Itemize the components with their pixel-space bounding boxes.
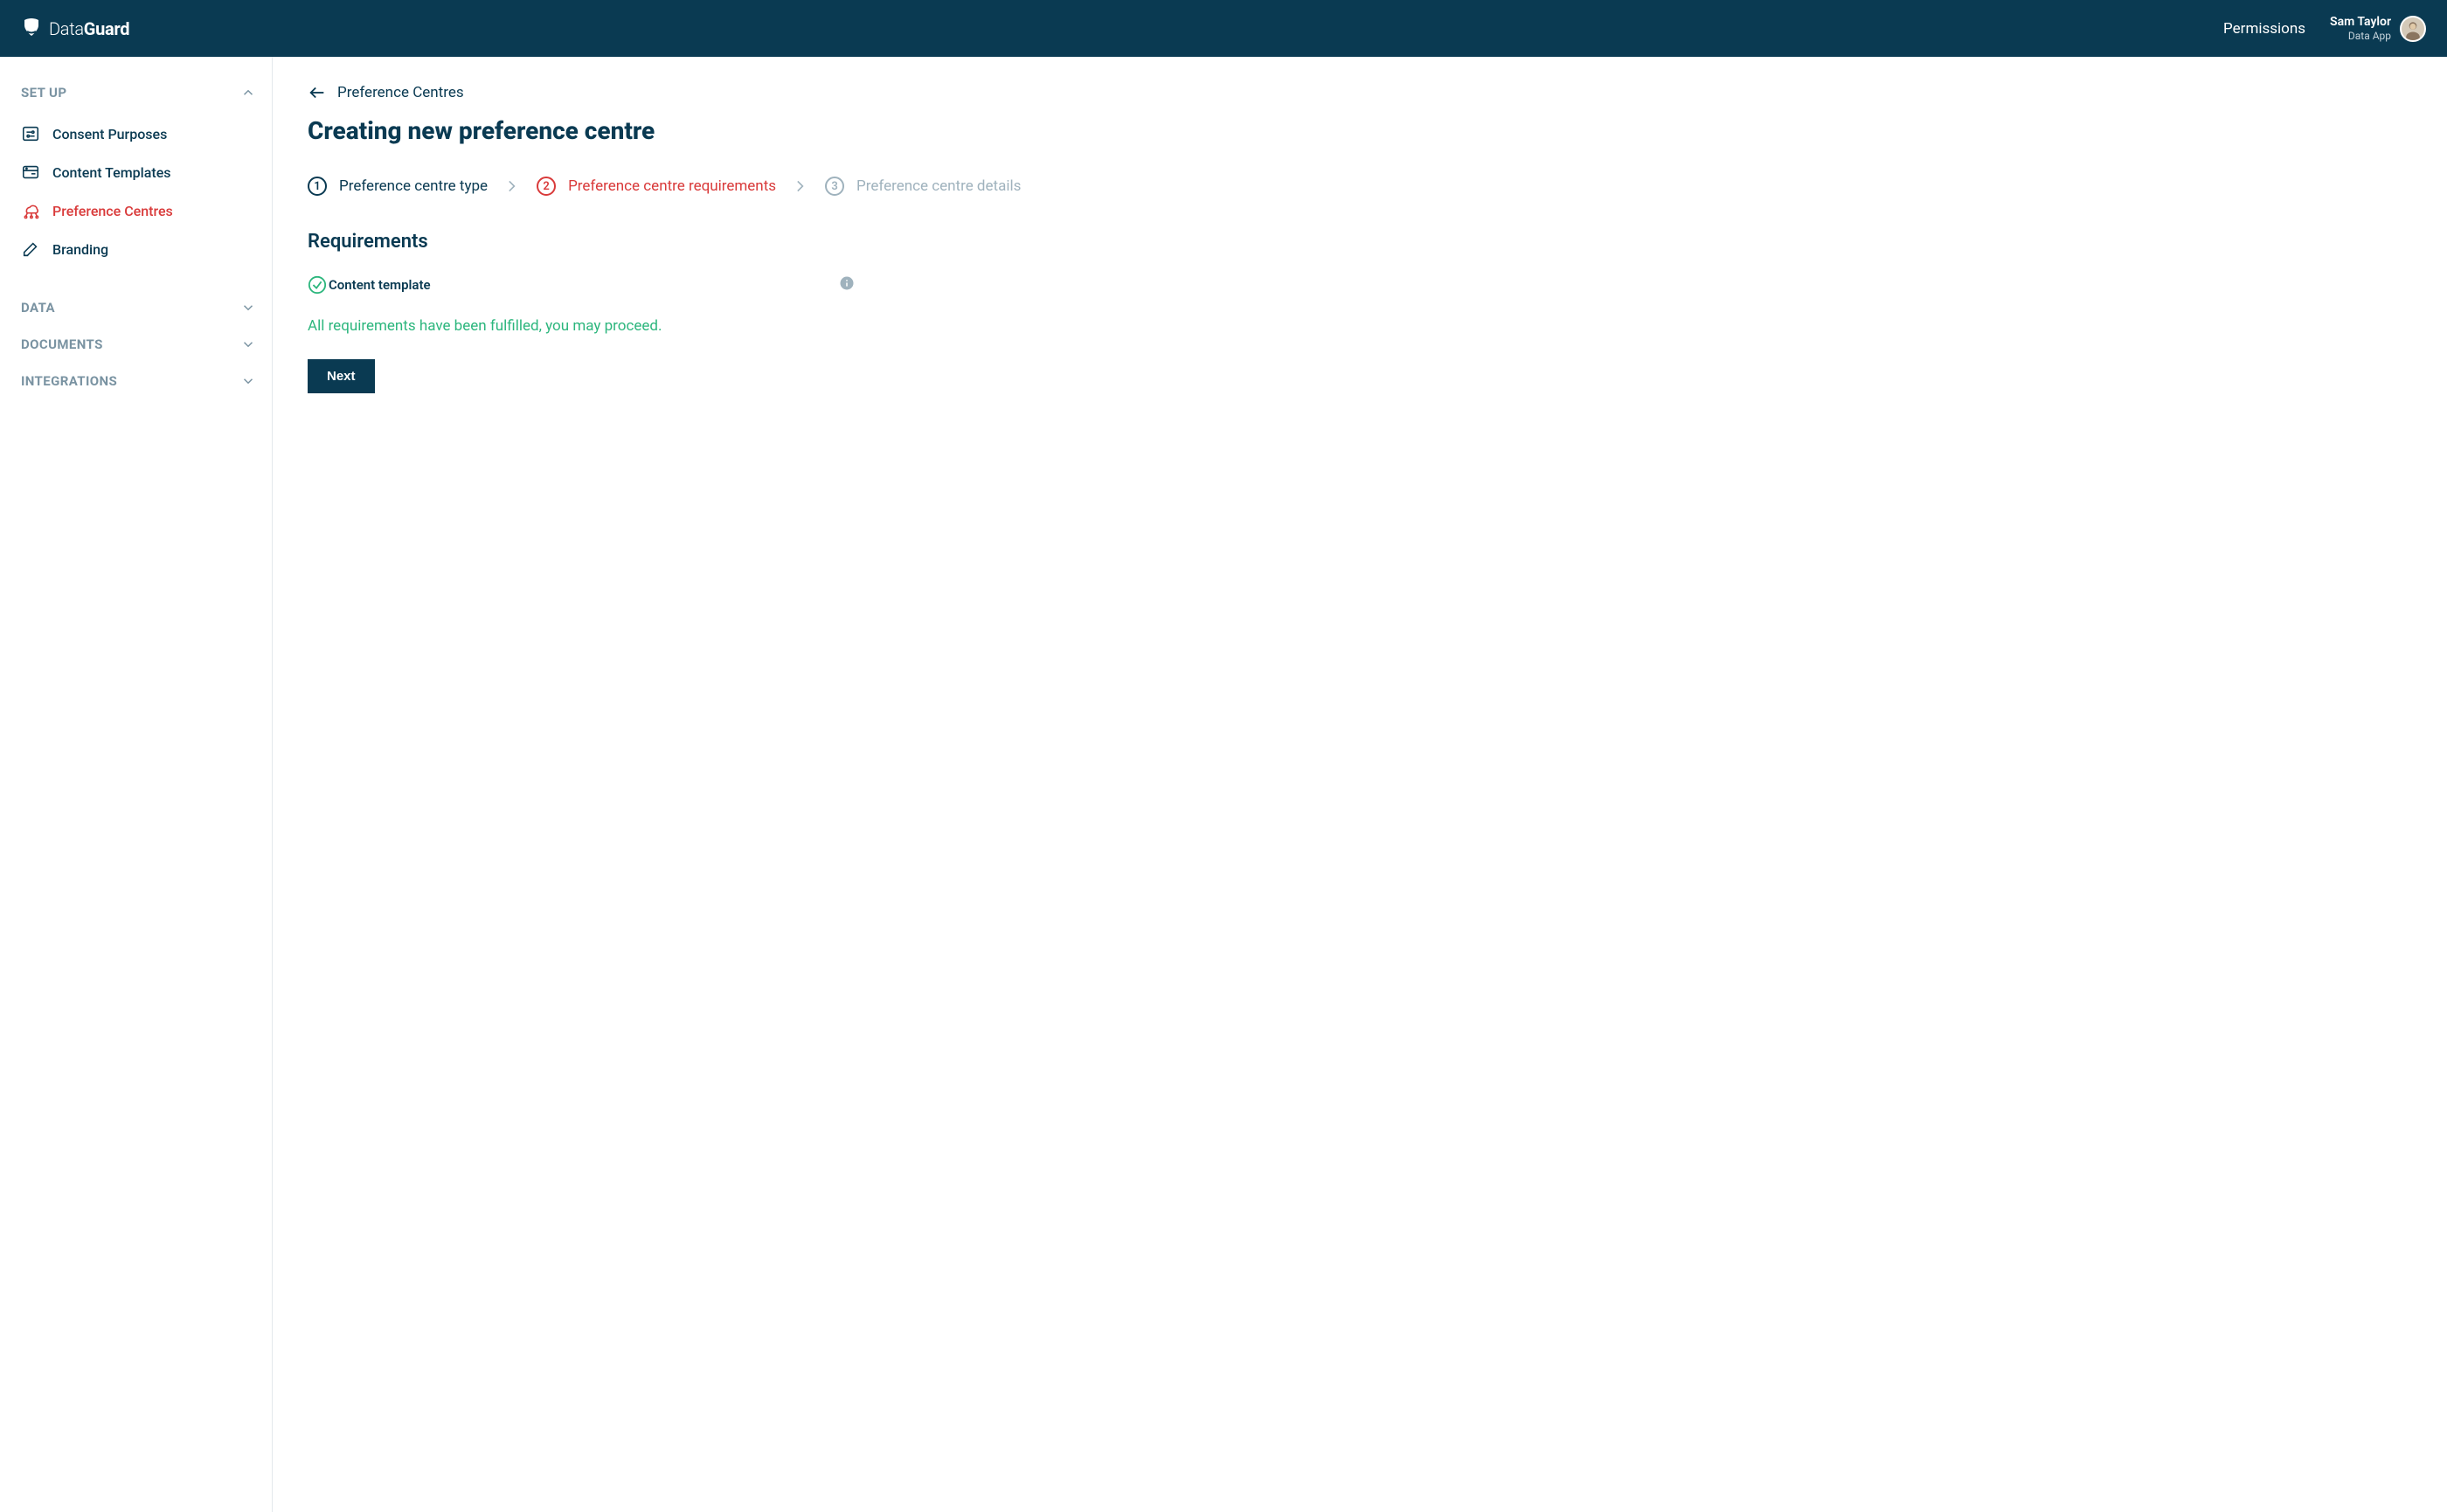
sidebar-item-label: Branding — [52, 241, 108, 258]
edit-icon — [21, 239, 40, 259]
step-1[interactable]: 1 Preference centre type — [308, 177, 488, 196]
sidebar-item-label: Consent Purposes — [52, 126, 167, 142]
sidebar-item-content-templates[interactable]: Content Templates — [21, 153, 256, 191]
logo-text: DataGuard — [49, 18, 129, 39]
stepper: 1 Preference centre type 2 Preference ce… — [308, 177, 2412, 196]
sidebar: SET UP Consent Purposes Content Template… — [0, 57, 273, 1512]
chevron-right-icon — [795, 179, 806, 193]
sidebar-item-label: Content Templates — [52, 164, 171, 181]
user-menu[interactable]: Sam Taylor Data App — [2330, 15, 2426, 42]
main-content: Preference Centres Creating new preferen… — [273, 57, 2447, 1512]
user-app: Data App — [2330, 30, 2391, 42]
step-label: Preference centre requirements — [568, 177, 776, 195]
info-icon[interactable] — [839, 275, 855, 295]
sidebar-section-title-documents: DOCUMENTS — [21, 336, 103, 352]
sidebar-item-branding[interactable]: Branding — [21, 230, 256, 268]
top-header: DataGuard Permissions Sam Taylor Data Ap… — [0, 0, 2447, 57]
next-button[interactable]: Next — [308, 359, 375, 393]
sidebar-section-title-integrations: INTEGRATIONS — [21, 373, 117, 389]
chevron-down-icon — [240, 373, 256, 389]
logo[interactable]: DataGuard — [21, 17, 129, 41]
sidebar-section-integrations[interactable]: INTEGRATIONS — [21, 363, 256, 399]
chevron-up-icon — [240, 85, 256, 101]
sidebar-section-setup[interactable]: SET UP — [21, 85, 256, 101]
sliders-icon — [21, 124, 40, 143]
step-number: 3 — [825, 177, 844, 196]
requirements-heading: Requirements — [308, 231, 2412, 253]
user-name: Sam Taylor — [2330, 15, 2391, 30]
permissions-link[interactable]: Permissions — [2223, 20, 2305, 38]
arrow-left-icon — [308, 83, 327, 102]
header-right: Permissions Sam Taylor Data App — [2223, 15, 2426, 42]
chevron-down-icon — [240, 336, 256, 352]
requirement-left: Content template — [308, 275, 431, 295]
sidebar-section-documents[interactable]: DOCUMENTS — [21, 326, 256, 363]
breadcrumb-label: Preference Centres — [337, 84, 464, 101]
step-number: 1 — [308, 177, 327, 196]
requirement-label: Content template — [329, 277, 431, 293]
step-label: Preference centre details — [856, 177, 1021, 195]
cloud-network-icon — [21, 201, 40, 220]
success-message: All requirements have been fulfilled, yo… — [308, 317, 2412, 335]
user-text: Sam Taylor Data App — [2330, 15, 2391, 42]
breadcrumb-back[interactable]: Preference Centres — [308, 83, 2412, 102]
logo-icon — [21, 17, 42, 41]
sidebar-item-label: Preference Centres — [52, 203, 173, 219]
chevron-down-icon — [240, 300, 256, 316]
step-2[interactable]: 2 Preference centre requirements — [537, 177, 776, 196]
step-number: 2 — [537, 177, 556, 196]
step-label: Preference centre type — [339, 177, 488, 195]
chevron-right-icon — [507, 179, 517, 193]
sidebar-section-title-data: DATA — [21, 300, 55, 316]
check-circle-icon — [308, 275, 327, 295]
sidebar-section-title-setup: SET UP — [21, 85, 66, 101]
step-3[interactable]: 3 Preference centre details — [825, 177, 1021, 196]
avatar — [2400, 16, 2426, 42]
sidebar-item-preference-centres[interactable]: Preference Centres — [21, 191, 256, 230]
requirement-row: Content template — [308, 275, 855, 295]
template-icon — [21, 163, 40, 182]
sidebar-section-data[interactable]: DATA — [21, 289, 256, 326]
page-title: Creating new preference centre — [308, 116, 2412, 145]
sidebar-item-consent-purposes[interactable]: Consent Purposes — [21, 114, 256, 153]
